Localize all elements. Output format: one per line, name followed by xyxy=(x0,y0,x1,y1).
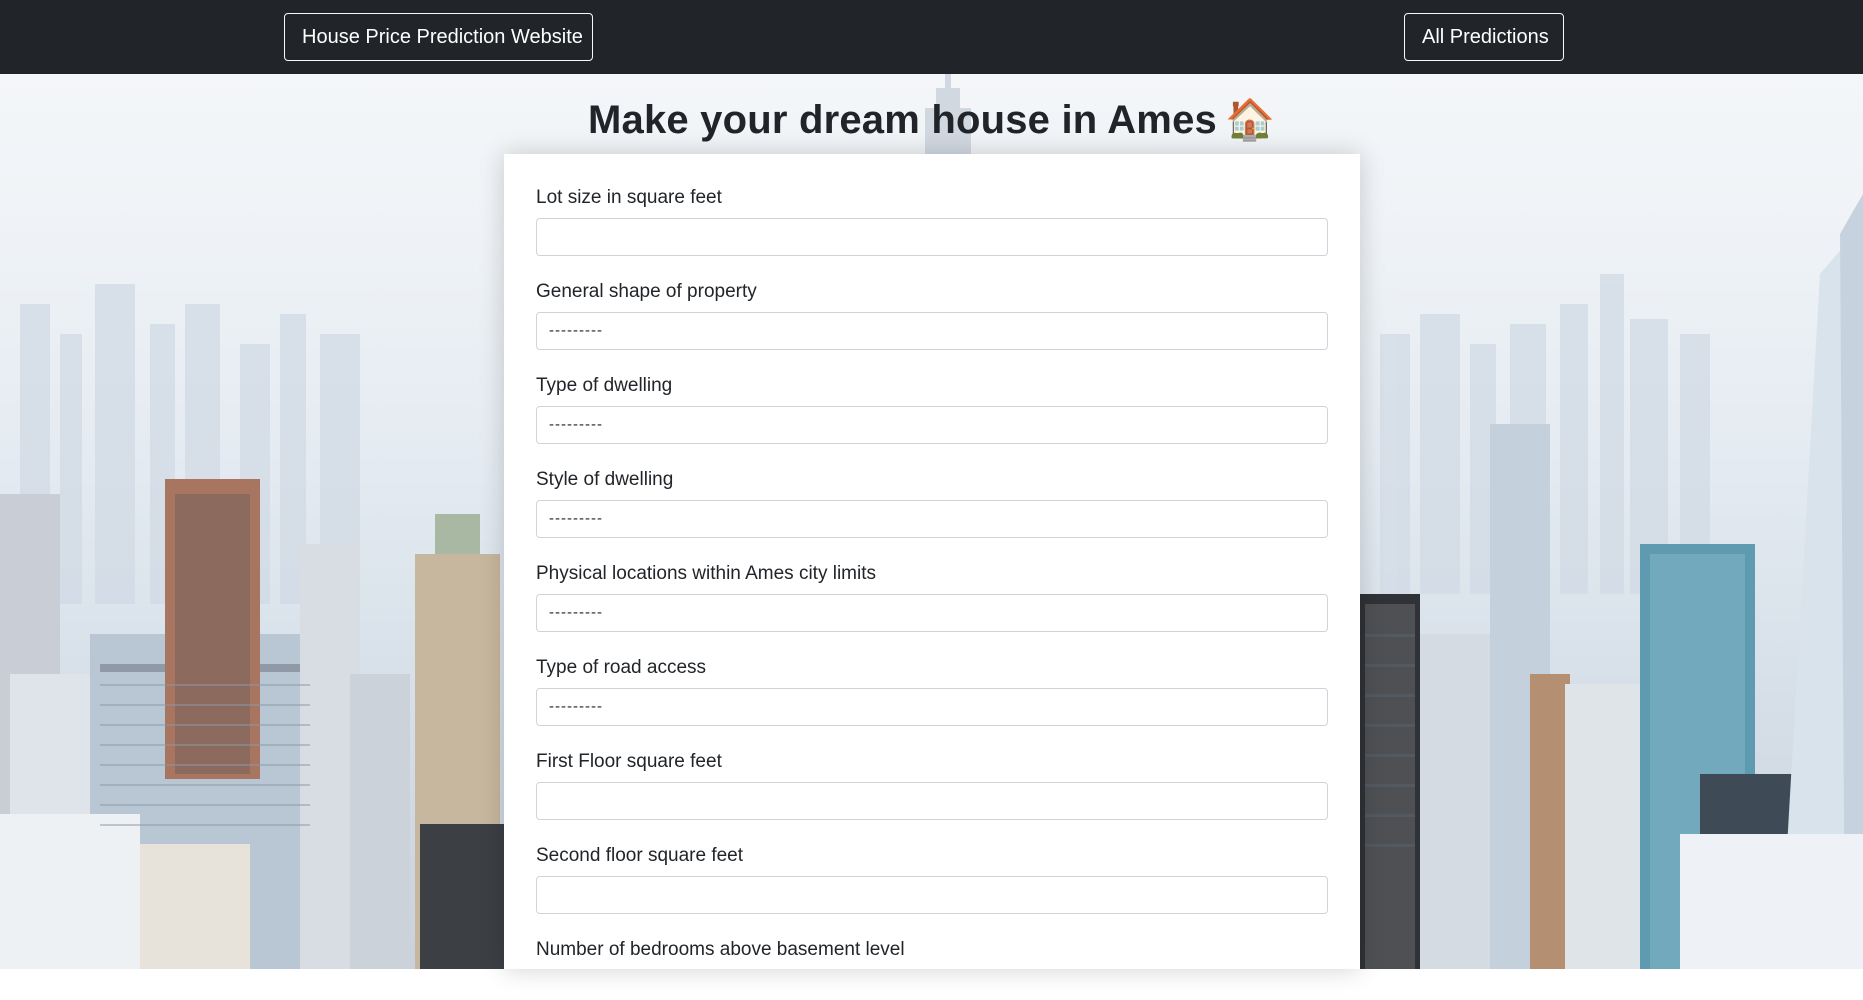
first-floor-sqft-input[interactable] xyxy=(536,782,1328,820)
second-floor-sqft-input[interactable] xyxy=(536,876,1328,914)
road-access-selected-value: --------- xyxy=(549,698,603,715)
first-floor-sqft-label: First Floor square feet xyxy=(536,751,722,772)
road-access-select[interactable]: --------- xyxy=(536,688,1328,726)
second-floor-sqft-label: Second floor square feet xyxy=(536,845,744,866)
road-access-label: Type of road access xyxy=(536,657,707,678)
brand-button[interactable]: House Price Prediction Website xyxy=(284,13,593,61)
all-predictions-button[interactable]: All Predictions xyxy=(1404,13,1564,61)
bedrooms-label: Number of bedrooms above basement level xyxy=(536,939,905,960)
dwelling-style-selected-value: --------- xyxy=(549,510,603,527)
page-title: Make your dream house in Ames 🏠 xyxy=(0,96,1863,143)
dwelling-type-select[interactable]: --------- xyxy=(536,406,1328,444)
lot-size-input[interactable] xyxy=(536,218,1328,256)
house-icon: 🏠 xyxy=(1224,98,1275,142)
lot-shape-label: General shape of property xyxy=(536,281,757,302)
top-navbar: House Price Prediction Website All Predi… xyxy=(0,0,1863,74)
dwelling-type-label: Type of dwelling xyxy=(536,375,673,396)
dwelling-style-label: Style of dwelling xyxy=(536,469,674,490)
lot-shape-select[interactable]: --------- xyxy=(536,312,1328,350)
lot-size-label: Lot size in square feet xyxy=(536,187,722,208)
lot-shape-selected-value: --------- xyxy=(549,322,603,339)
page-footer-space xyxy=(0,969,1863,1000)
dwelling-style-select[interactable]: --------- xyxy=(536,500,1328,538)
page-title-text: Make your dream house in Ames xyxy=(588,98,1217,142)
neighborhood-selected-value: --------- xyxy=(549,604,603,621)
neighborhood-label: Physical locations within Ames city limi… xyxy=(536,563,876,584)
prediction-form: Lot size in square feet General shape of… xyxy=(504,154,1360,969)
dwelling-type-selected-value: --------- xyxy=(549,416,603,433)
neighborhood-select[interactable]: --------- xyxy=(536,594,1328,632)
